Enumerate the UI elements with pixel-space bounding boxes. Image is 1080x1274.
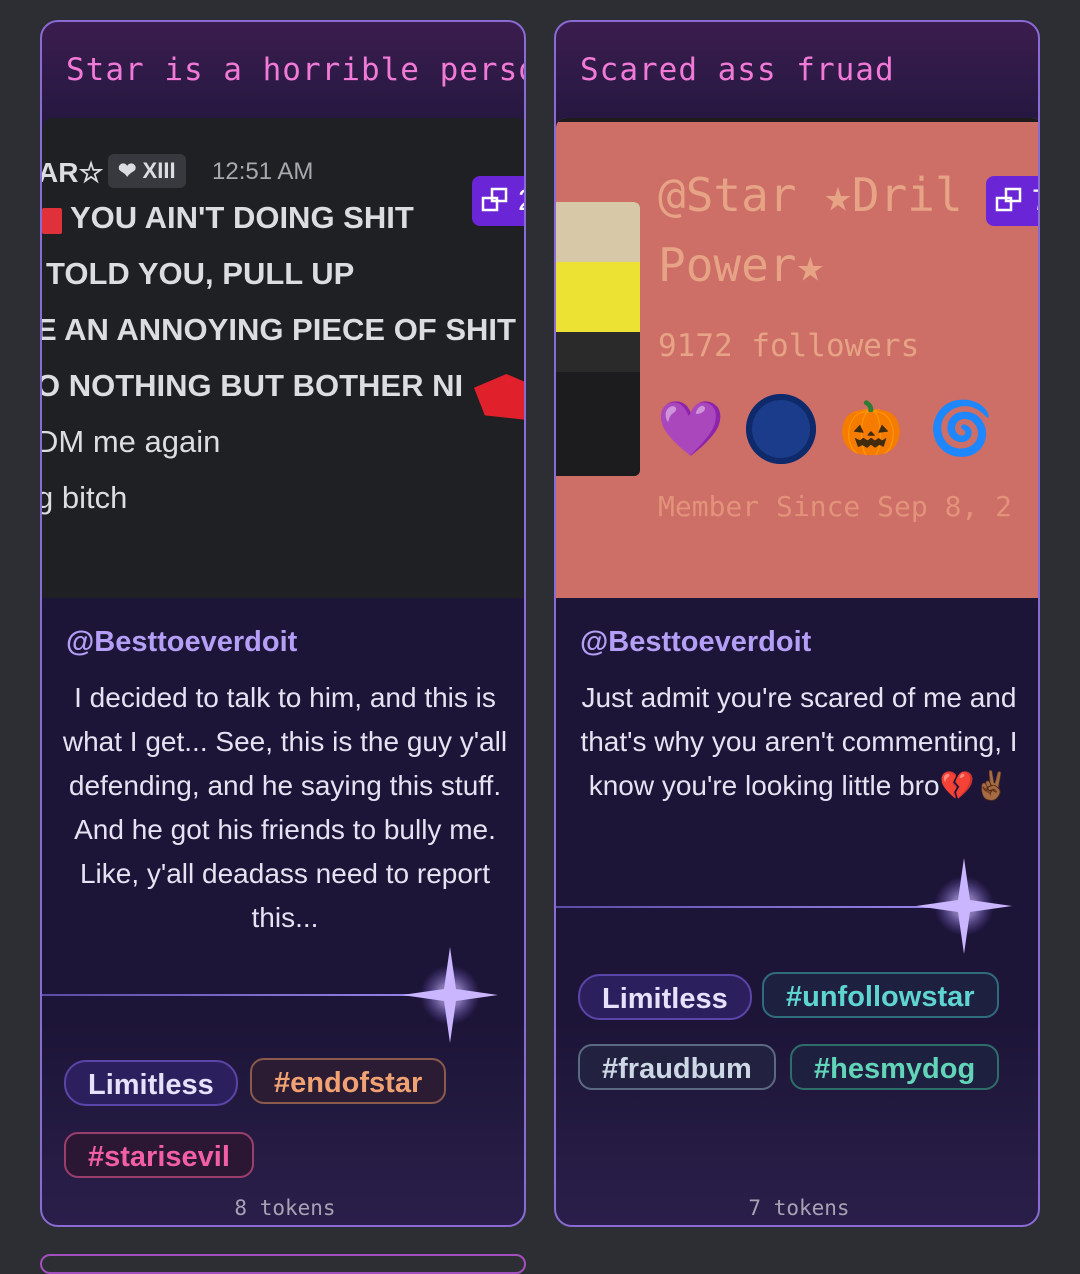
tag-chip[interactable]: Limitless xyxy=(578,974,752,1020)
profile-handle: @Star ★Dril xyxy=(658,168,963,222)
disc-badge-icon xyxy=(746,394,816,464)
next-card-edge xyxy=(40,1254,526,1274)
emoji-fragment xyxy=(42,208,62,234)
post-caption: Just admit you're scared of me and that'… xyxy=(580,682,1018,801)
chat-line: YOU AIN'T DOING SHIT xyxy=(70,200,414,235)
gallery-icon xyxy=(481,187,508,212)
chat-line: TOLD YOU, PULL UP xyxy=(46,256,355,291)
tag-chip[interactable]: #hesmydog xyxy=(790,1044,1000,1090)
post-title: Scared ass fruad xyxy=(580,52,895,88)
profile-badges: 💜 🎃 🌀 xyxy=(656,394,996,464)
chat-line: O NOTHING BUT BOTHER NI xyxy=(42,368,464,403)
profile-followers: 9172 followers xyxy=(658,328,920,364)
swirl-badge-icon: 🌀 xyxy=(928,400,994,458)
avatar xyxy=(556,202,640,476)
heart-badge-icon: 💜 xyxy=(657,399,725,459)
post-caption: I decided to talk to him, and this is wh… xyxy=(62,682,508,933)
token-count: 8 tokens xyxy=(234,1196,336,1220)
chat-user-tag: ❤ XIII xyxy=(108,154,186,188)
post-title: Star is a horrible person. xyxy=(66,52,524,88)
pumpkin-badge-icon: 🎃 xyxy=(838,400,904,458)
tag-chip[interactable]: #unfollowstar xyxy=(762,972,999,1018)
chat-username: AR☆ xyxy=(42,157,104,188)
tag-chip[interactable]: Limitless xyxy=(64,1060,238,1106)
sparkle-icon xyxy=(916,858,1012,954)
sparkle-icon xyxy=(402,947,498,1043)
post-author[interactable]: @Besttoeverdoit xyxy=(580,626,811,659)
gallery-icon xyxy=(995,187,1022,212)
chat-line: E AN ANNOYING PIECE OF SHIT xyxy=(42,312,516,347)
post-author[interactable]: @Besttoeverdoit xyxy=(66,626,297,659)
image-count: 7 xyxy=(1032,176,1038,226)
image-count: 2 xyxy=(518,176,524,226)
tag-chip[interactable]: #endofstar xyxy=(250,1058,447,1104)
tag-chip[interactable]: #starisevil xyxy=(64,1132,254,1178)
tag-chip[interactable]: #fraudbum xyxy=(578,1044,776,1090)
image-count-badge[interactable]: 7 xyxy=(986,176,1038,226)
image-count-badge[interactable]: 2 xyxy=(472,176,524,226)
post-card[interactable]: Scared ass fruad @Star ★Dril Power★ 9172… xyxy=(554,20,1040,1227)
chat-time: 12:51 AM xyxy=(212,158,314,185)
emoji-fragment xyxy=(474,374,524,420)
post-image[interactable]: @Star ★Dril Power★ 9172 followers 💜 🎃 🌀 … xyxy=(556,118,1038,598)
post-card[interactable]: Star is a horrible person. AR☆ ❤ XIII 12… xyxy=(40,20,526,1227)
profile-member-since: Member Since Sep 8, 2 xyxy=(658,490,1013,523)
profile-handle: Power★ xyxy=(658,238,825,292)
post-image[interactable]: AR☆ ❤ XIII 12:51 AM YOU AIN'T DOING SHIT… xyxy=(42,118,524,598)
token-count: 7 tokens xyxy=(748,1196,850,1220)
chat-line: DM me again xyxy=(42,424,221,459)
chat-screenshot: AR☆ ❤ XIII 12:51 AM YOU AIN'T DOING SHIT… xyxy=(42,118,524,598)
chat-line: g bitch xyxy=(42,480,128,515)
